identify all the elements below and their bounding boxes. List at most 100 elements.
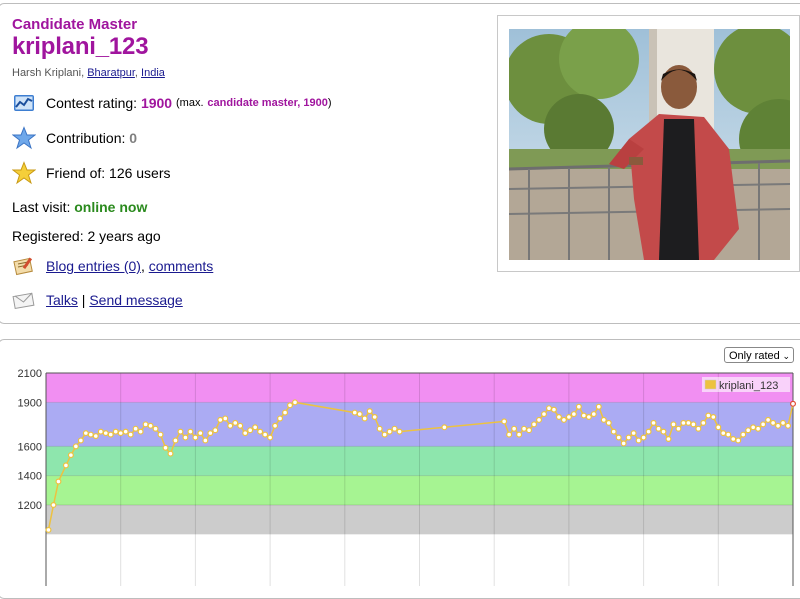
legend-label: kriplani_123 (719, 380, 778, 392)
rating-point (257, 428, 264, 435)
rating-point (745, 427, 752, 434)
rating-point (615, 434, 622, 441)
rating-point (735, 437, 742, 444)
rating-point (177, 428, 184, 435)
rating-point (217, 416, 224, 423)
rating-point (536, 416, 543, 423)
rating-point (740, 431, 747, 438)
rating-point (227, 422, 234, 429)
rating-point (595, 403, 602, 410)
rating-point (162, 444, 169, 451)
rating-point (67, 452, 74, 459)
rating-point (780, 419, 787, 426)
rating-point (55, 478, 62, 485)
rating-point (282, 409, 289, 416)
rating-point (775, 422, 782, 429)
rating-point (605, 419, 612, 426)
rating-point (292, 399, 299, 406)
rating-point (575, 403, 582, 410)
rating-point (680, 419, 687, 426)
rating-point (376, 425, 383, 432)
rating-point (516, 431, 523, 438)
rating-point (506, 431, 513, 438)
rating-point (441, 424, 448, 431)
rating-point (625, 434, 632, 441)
rating-point (521, 425, 528, 432)
rating-point (267, 434, 274, 441)
rating-point (152, 425, 159, 432)
rating-point (511, 425, 518, 432)
rating-point (690, 421, 697, 428)
rating-point (770, 419, 777, 426)
rating-point (750, 424, 757, 431)
rating-point (122, 428, 129, 435)
rating-point (262, 431, 269, 438)
rating-point (182, 434, 189, 441)
rating-point (565, 414, 572, 421)
rating-point (610, 428, 617, 435)
rating-point (710, 414, 717, 421)
rating-point (705, 412, 712, 419)
rating-point (645, 428, 652, 435)
rating-point (112, 428, 119, 435)
rating-point (87, 431, 94, 438)
rating-point (107, 431, 114, 438)
y-tick-label: 2100 (18, 368, 42, 380)
rating-point (351, 409, 358, 416)
rating-point (695, 425, 702, 432)
rating-point (640, 434, 647, 441)
rating-point (272, 422, 279, 429)
rating-point (555, 414, 562, 421)
rating-point (715, 424, 722, 431)
rating-point (765, 416, 772, 423)
rating-point (526, 427, 533, 434)
rating-point (197, 430, 204, 437)
rating-point (570, 411, 577, 418)
rating-point (381, 431, 388, 438)
rating-point (620, 440, 627, 447)
rating-point (550, 406, 557, 413)
rating-point (361, 415, 368, 422)
rating-point (685, 419, 692, 426)
rating-point (117, 430, 124, 437)
rating-point (720, 430, 727, 437)
rating-point (396, 428, 403, 435)
rating-point (187, 428, 194, 435)
rating-point (72, 443, 79, 450)
rating-point (102, 430, 109, 437)
rating-point (670, 421, 677, 428)
y-tick-label: 1200 (18, 500, 42, 512)
rating-chart[interactable]: 2100 1900 1600 1400 1200 kriplani_123 (0, 0, 800, 586)
y-tick-label: 1900 (18, 397, 42, 409)
rating-point (127, 431, 134, 438)
rating-point (785, 422, 792, 429)
rating-point (277, 415, 284, 422)
rating-point (247, 427, 254, 434)
rating-point (77, 437, 84, 444)
rating-point (157, 431, 164, 438)
rating-point (62, 462, 69, 469)
rating-point (92, 433, 99, 440)
rating-point (386, 428, 393, 435)
rating-point (192, 434, 199, 441)
rating-point (501, 418, 508, 425)
rating-point (755, 425, 762, 432)
rating-point (232, 419, 239, 426)
rating-point (660, 428, 667, 435)
rating-point (132, 425, 139, 432)
rating-point (560, 416, 567, 423)
rating-point (590, 411, 597, 418)
y-tick-label: 1400 (18, 471, 42, 483)
rating-point (356, 411, 363, 418)
rating-point (287, 402, 294, 409)
rating-point (50, 502, 57, 509)
rating-point (655, 425, 662, 432)
rating-point (45, 526, 52, 533)
rating-point (366, 408, 373, 415)
rating-point (650, 419, 657, 426)
y-tick-label: 1600 (18, 441, 42, 453)
legend-swatch (704, 379, 717, 390)
rating-point (700, 419, 707, 426)
rating-point (222, 415, 229, 422)
rating-point (545, 405, 552, 412)
